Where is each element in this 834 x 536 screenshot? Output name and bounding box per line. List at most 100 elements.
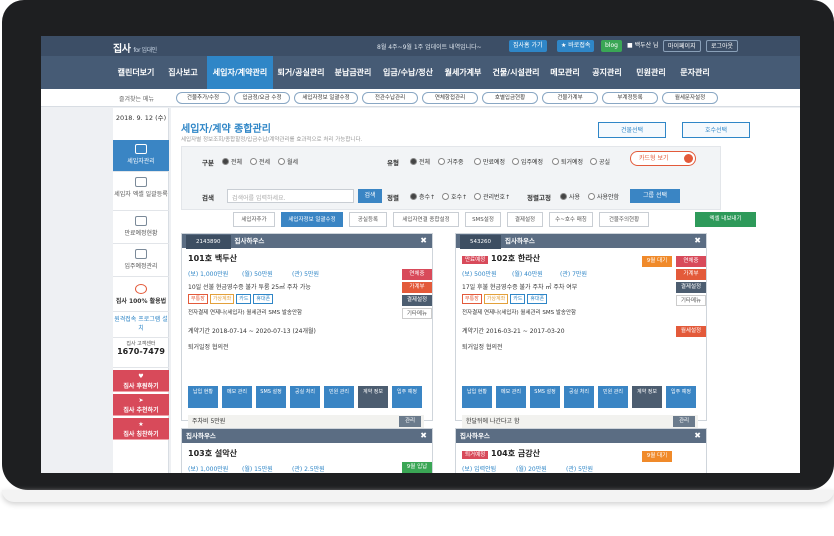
tenant-name[interactable]: 설악산 [215,449,237,458]
nav-report[interactable]: 집사보고 [163,56,203,89]
complaint-button[interactable]: 민원 관리 [324,386,354,408]
tab-add-tenant[interactable]: 세입자추가 [233,212,275,227]
complaint-button[interactable]: 민원 관리 [598,386,628,408]
more-menu-button[interactable]: 기타메뉴 [402,308,432,319]
favorite-item[interactable]: 건물가계부 [542,92,598,104]
search-input[interactable]: 검색어를 입력하세요. [227,189,354,203]
filter-type-all[interactable]: 전체 [410,157,430,166]
logo[interactable]: 집사 for 임대인 [113,40,157,55]
search-button[interactable]: 검색 [358,189,382,203]
nav-tenant-contract[interactable]: 세입자/계약관리 [207,56,273,89]
close-icon[interactable]: ✖ [420,429,427,443]
memo-button[interactable]: 메모 관리 [222,386,252,408]
home-button[interactable]: 집사홈 가기 [509,40,547,52]
room-select-button[interactable]: 호수선택 [682,122,750,138]
logout-button[interactable]: 로그아웃 [706,40,739,52]
sidebar-remote[interactable]: 원격접속 프로그램 설치 [113,314,169,338]
nav-building[interactable]: 건물/시설관리 [489,56,543,89]
building-select-button[interactable]: 건물선택 [598,122,666,138]
nav-notice[interactable]: 공지관리 [587,56,627,89]
contract-info-button[interactable]: 계약 정보 [358,386,388,408]
tab-connection[interactable]: 세입자연결 종합설정 [393,212,459,227]
tab-matching[interactable]: 수~호수 매칭 [549,212,593,227]
favorite-item[interactable]: 전관수납관리 [362,92,418,104]
payment-status-button[interactable]: 납입 현황 [188,386,218,408]
close-icon[interactable]: ✖ [420,234,427,248]
filter-gubun-all[interactable]: 전체 [222,157,242,166]
nav-calendar[interactable]: 캘린더보기 [113,56,159,89]
ledger-button[interactable]: 가계부 [402,282,432,293]
nav-complaint[interactable]: 민원관리 [631,56,671,89]
filter-type-moveout[interactable]: 퇴거예정 [552,157,583,166]
mypage-button[interactable]: 마이페이지 [663,40,701,52]
card-view-toggle[interactable]: 카드형 보기 [630,151,696,166]
sms-button[interactable]: SMS 설정 [530,386,560,408]
rent-setting-badge[interactable]: 월세설정 [676,326,706,337]
payment-status-button[interactable]: 납입 현황 [462,386,492,408]
tab-building-status[interactable]: 건물주의현황 [599,212,649,227]
tab-vacancy[interactable]: 공실등록 [349,212,387,227]
close-icon[interactable]: ✖ [694,429,701,443]
vacancy-button[interactable]: 공실 처리 [290,386,320,408]
filter-type-expire[interactable]: 만료예정 [474,157,505,166]
group-select-button[interactable]: 그룹 선택 [630,189,680,203]
favorite-item[interactable]: 건물추가/수정 [176,92,230,104]
sidebar-item-excel[interactable]: 세입자 엑셀 일괄등록 [113,173,169,211]
sidebar-item-tenant[interactable]: 세입자관리 [113,140,169,172]
nav-memo[interactable]: 메모관리 [545,56,585,89]
favorite-item[interactable]: 세입자정보 일괄수정 [294,92,358,104]
memo-button[interactable]: 메모 관리 [496,386,526,408]
memo-manage-button[interactable]: 관리 [673,416,695,427]
filter-type-living[interactable]: 거주중 [438,157,464,166]
sponsor-button[interactable]: ♥ 집사 후원하기 [113,370,169,392]
overdue-button[interactable]: 연체중 [676,256,706,267]
sort-room[interactable]: 호수↑ [442,192,467,201]
more-menu-button[interactable]: 기타메뉴 [676,295,706,306]
nav-vacancy[interactable]: 퇴거/공실관리 [275,56,327,89]
nav-sms[interactable]: 문자관리 [675,56,715,89]
nav-installment[interactable]: 분납금관리 [331,56,375,89]
tenant-name[interactable]: 금강산 [518,449,540,458]
sms-button[interactable]: SMS 설정 [256,386,286,408]
sort-fix-use[interactable]: 사용 [560,192,580,201]
nav-ledger[interactable]: 월세가계부 [439,56,487,89]
favorite-item[interactable]: 월세문자설정 [662,92,718,104]
filter-gubun-wolse[interactable]: 월세 [278,157,298,166]
sort-floor[interactable]: 층수↑ [410,192,435,201]
movein-button[interactable]: 입주 예정 [666,386,696,408]
close-icon[interactable]: ✖ [694,234,701,248]
blog-button[interactable]: blog [601,40,622,52]
filter-type-movein[interactable]: 입주예정 [512,157,543,166]
movein-button[interactable]: 입주 예정 [392,386,422,408]
sidebar-item-expire[interactable]: 만료예정현황 [113,212,169,244]
overdue-button[interactable]: 연체중 [402,269,432,280]
tab-payment[interactable]: 결제설정 [507,212,543,227]
ledger-button[interactable]: 가계부 [676,269,706,280]
nav-payment[interactable]: 입금/수납/정산 [379,56,437,89]
vacancy-button[interactable]: 공실 처리 [564,386,594,408]
management-fee: (관) 5만원 [566,466,593,473]
payment-setting-button[interactable]: 결제설정 [402,295,432,306]
excel-export-button[interactable]: 엑셀 내보내기 [695,212,756,227]
tenant-name[interactable]: 백두산 [215,254,237,263]
recommend-button[interactable]: ➤ 집사 추천하기 [113,394,169,416]
sidebar-guide[interactable]: 집사 100% 활용법 [113,280,169,312]
favorite-item[interactable]: 연체항접관리 [422,92,478,104]
sort-fix-nouse[interactable]: 사용안함 [588,192,619,201]
update-notice[interactable]: 8월 4주~9월 1주 업데이트 내역입니다~ [377,42,482,51]
contract-info-button[interactable]: 계약 정보 [632,386,662,408]
filter-type-vacant[interactable]: 공실 [590,157,610,166]
filter-gubun-jeonse[interactable]: 전세 [250,157,270,166]
sort-number[interactable]: 관리번호↑ [474,192,510,201]
praise-button[interactable]: ★ 집사 칭찬하기 [113,418,169,440]
favorite-item[interactable]: 부계정등록 [602,92,658,104]
memo-manage-button[interactable]: 관리 [399,416,421,427]
favorite-item[interactable]: 호별입금현황 [482,92,538,104]
favorite-button[interactable]: ★ 바로접속 [557,40,595,52]
sidebar-item-movein[interactable]: 입주예정관리 [113,245,169,277]
tab-bulk-edit[interactable]: 세입자정보 일괄수정 [281,212,343,227]
favorite-item[interactable]: 입금정/요금 수정 [234,92,290,104]
tab-sms[interactable]: SMS설정 [465,212,501,227]
payment-setting-button[interactable]: 결제설정 [676,282,706,293]
tenant-name[interactable]: 한라산 [518,254,540,263]
